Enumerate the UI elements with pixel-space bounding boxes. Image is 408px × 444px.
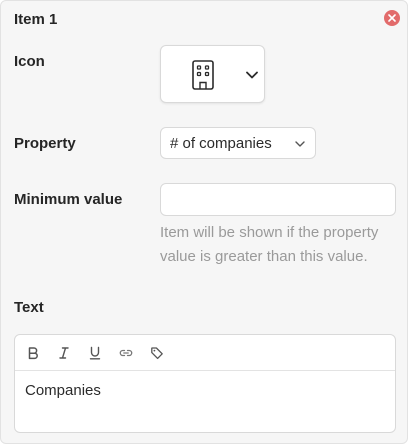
property-label: Property — [14, 135, 76, 152]
building-icon — [192, 60, 214, 90]
chevron-down-icon — [246, 71, 258, 79]
italic-icon — [59, 347, 69, 359]
link-button[interactable] — [116, 343, 136, 363]
property-select-value: # of companies — [170, 135, 272, 152]
remove-item-button[interactable] — [384, 10, 400, 26]
bold-button[interactable] — [23, 343, 43, 363]
icon-select[interactable] — [160, 45, 265, 103]
min-value-help-text: Item will be shown if the property value… — [160, 224, 379, 265]
link-icon — [119, 349, 133, 357]
tag-icon — [151, 347, 163, 360]
editor-content[interactable]: Companies — [25, 382, 101, 399]
close-icon — [388, 14, 396, 22]
editor-toolbar — [15, 335, 395, 371]
property-select[interactable]: # of companies — [160, 127, 316, 159]
underline-button[interactable] — [85, 343, 105, 363]
icon-label: Icon — [14, 53, 45, 70]
underline-icon — [89, 346, 101, 360]
bold-icon — [28, 347, 38, 360]
text-label: Text — [14, 299, 44, 316]
item-title: Item 1 — [14, 11, 58, 28]
italic-button[interactable] — [54, 343, 74, 363]
min-value-input[interactable] — [160, 183, 396, 216]
rich-text-editor[interactable]: Companies — [14, 334, 396, 433]
tag-button[interactable] — [147, 343, 167, 363]
min-value-label: Minimum value — [14, 191, 123, 208]
chevron-down-icon — [295, 141, 305, 147]
item-panel: Item 1 Icon Property # of companies Mini… — [0, 0, 408, 444]
